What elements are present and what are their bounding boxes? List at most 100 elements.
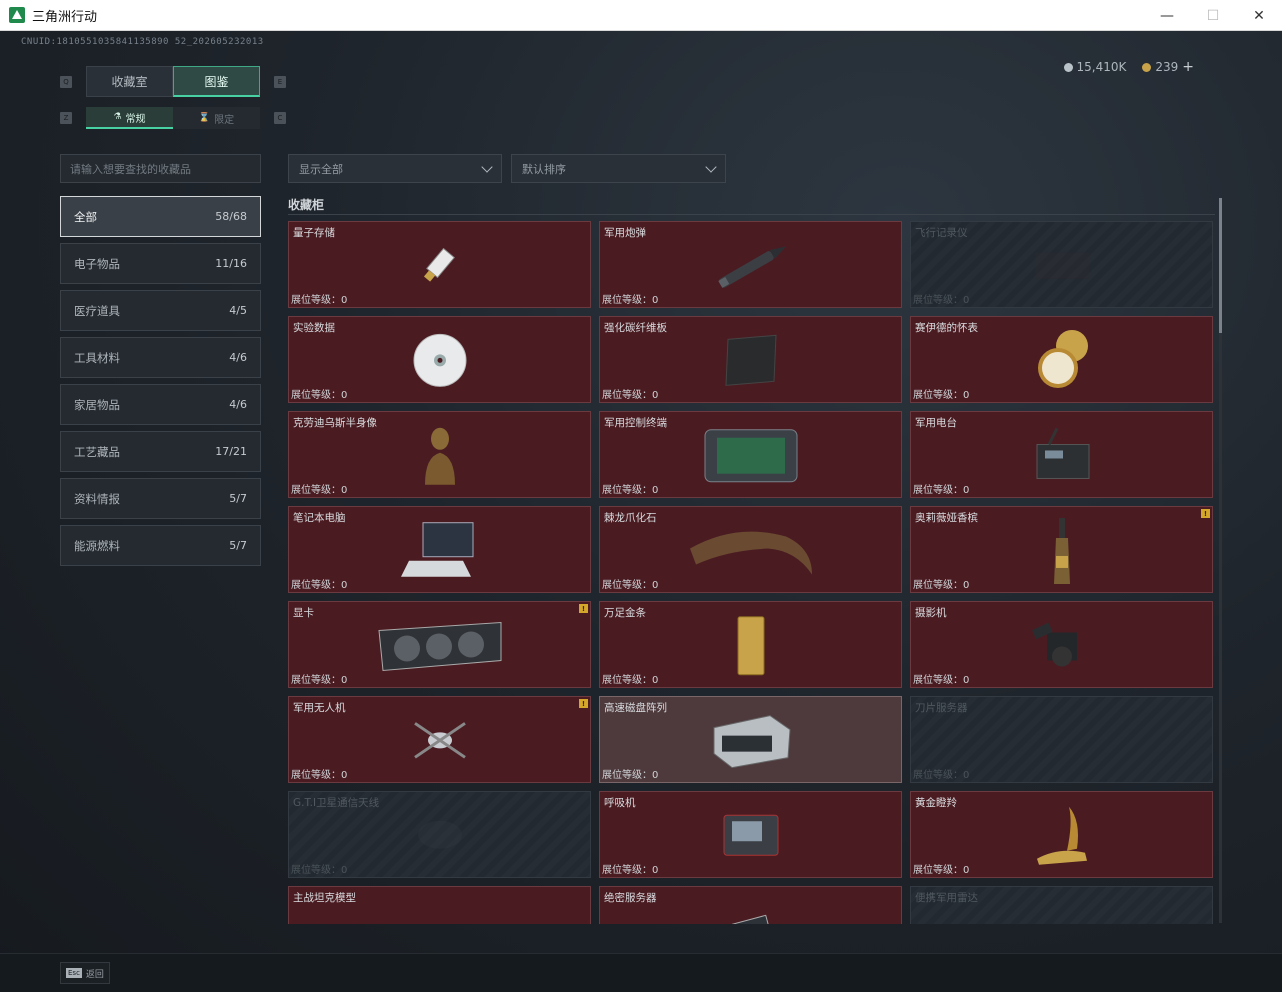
- back-button[interactable]: Esc 返回: [60, 962, 110, 984]
- collection-card[interactable]: 主战坦克模型展位等级：0: [288, 886, 591, 924]
- collection-card[interactable]: G.T.I卫星通信天线 展位等级：0: [288, 791, 591, 878]
- display-level: 展位等级：0: [913, 865, 970, 876]
- item-name: 军用无人机: [293, 702, 346, 714]
- item-name: 笔记本电脑: [293, 512, 346, 524]
- close-button[interactable]: ✕: [1236, 0, 1282, 31]
- tab-collection[interactable]: 收藏室: [86, 66, 173, 97]
- minimize-button[interactable]: —: [1144, 0, 1190, 31]
- subtab-limited-label: 限定: [214, 114, 235, 126]
- category-item[interactable]: 工艺藏品 17/21: [60, 431, 261, 472]
- category-item[interactable]: 能源燃料 5/7: [60, 525, 261, 566]
- main-tabbar: Q 收藏室 图鉴 E: [60, 66, 286, 97]
- category-item[interactable]: 电子物品 11/16: [60, 243, 261, 284]
- item-name: 军用电台: [915, 417, 957, 429]
- disk-array-icon: [708, 709, 794, 775]
- collection-card[interactable]: 笔记本电脑 展位等级：0: [288, 506, 591, 593]
- disc-icon: [412, 332, 468, 392]
- add-currency-button[interactable]: +: [1182, 59, 1194, 75]
- pocket-watch-icon: [1032, 325, 1092, 399]
- collection-card[interactable]: 棘龙爪化石 展位等级：0: [599, 506, 902, 593]
- category-item[interactable]: 家居物品 4/6: [60, 384, 261, 425]
- collection-card[interactable]: 便携军用雷达展位等级：0: [910, 886, 1213, 924]
- gpu-icon: [375, 616, 505, 678]
- collection-card[interactable]: 呼吸机 展位等级：0: [599, 791, 902, 878]
- display-level: 展位等级：0: [602, 675, 659, 686]
- item-name: 量子存储: [293, 227, 335, 239]
- display-level: 展位等级：0: [602, 295, 659, 306]
- show-filter-dropdown[interactable]: 显示全部: [288, 154, 502, 183]
- collection-card[interactable]: 黄金瞪羚 展位等级：0: [910, 791, 1213, 878]
- window-controls: — ☐ ✕: [1144, 0, 1282, 31]
- usb-drive-icon: [415, 240, 465, 294]
- collection-card[interactable]: 实验数据展位等级：0: [288, 316, 591, 403]
- collection-card[interactable]: 万足金条展位等级：0: [599, 601, 902, 688]
- scrollbar-thumb[interactable]: [1219, 198, 1222, 333]
- maximize-button[interactable]: ☐: [1190, 0, 1236, 31]
- section-title: 收藏柜: [288, 198, 325, 212]
- category-label: 工具材料: [74, 350, 120, 365]
- tank-model-icon: [415, 909, 465, 924]
- collection-card[interactable]: 高速磁盘阵列 展位等级：0: [599, 696, 902, 783]
- collection-card[interactable]: 摄影机 展位等级：0: [910, 601, 1213, 688]
- display-level: 展位等级：0: [291, 770, 348, 781]
- collection-card[interactable]: 奥莉薇娅香槟 展位等级：0!: [910, 506, 1213, 593]
- show-filter-value: 显示全部: [299, 162, 343, 176]
- category-item[interactable]: 医疗道具 4/5: [60, 290, 261, 331]
- collection-card[interactable]: 军用控制终端 展位等级：0: [599, 411, 902, 498]
- category-label: 资料情报: [74, 491, 120, 506]
- esc-key-hint: Esc: [66, 968, 82, 978]
- subtab-normal[interactable]: ⚗ 常规: [86, 107, 173, 129]
- drone-icon: [405, 713, 475, 771]
- item-name: 摄影机: [915, 607, 947, 619]
- display-level: 展位等级：0: [291, 390, 348, 401]
- section-divider: [288, 214, 1215, 215]
- blade-server-icon: [1032, 719, 1092, 763]
- collection-card[interactable]: 军用无人机 展位等级：0!: [288, 696, 591, 783]
- shell-icon: [703, 235, 799, 299]
- collection-card[interactable]: 强化碳纤维板 展位等级：0: [599, 316, 902, 403]
- item-name: 奥莉薇娅香槟: [915, 512, 978, 524]
- category-item[interactable]: 全部 58/68: [60, 196, 261, 237]
- collection-card[interactable]: 显卡 展位等级：0!: [288, 601, 591, 688]
- laptop-icon: [399, 518, 481, 586]
- chevron-down-icon: [481, 160, 493, 173]
- item-name: 强化碳纤维板: [604, 322, 667, 334]
- collection-card[interactable]: 量子存储 展位等级：0: [288, 221, 591, 308]
- item-name: 万足金条: [604, 607, 646, 619]
- item-name: G.T.I卫星通信天线: [293, 797, 380, 809]
- flight-recorder-icon: [1027, 244, 1097, 288]
- item-name: 呼吸机: [604, 797, 636, 809]
- subtab-limited[interactable]: ⌛ 限定: [173, 107, 260, 129]
- radio-icon: [1029, 426, 1095, 488]
- category-count: 4/5: [229, 304, 247, 317]
- category-count: 11/16: [215, 257, 247, 270]
- bust-icon: [419, 422, 461, 492]
- window-titlebar: 三角洲行动 — ☐ ✕: [0, 0, 1282, 31]
- collection-card[interactable]: 军用炮弹 展位等级：0: [599, 221, 902, 308]
- collection-card[interactable]: 赛伊德的怀表 展位等级：0: [910, 316, 1213, 403]
- collection-card[interactable]: 军用电台展位等级：0: [910, 411, 1213, 498]
- item-name: 刀片服务器: [915, 702, 968, 714]
- collection-card[interactable]: 绝密服务器展位等级：0: [599, 886, 902, 924]
- collection-card[interactable]: 刀片服务器 展位等级：0: [910, 696, 1213, 783]
- gold-amount: 239: [1155, 60, 1179, 74]
- ventilator-icon: [720, 809, 782, 865]
- category-count: 4/6: [229, 398, 247, 411]
- search-input[interactable]: 请输入想要查找的收藏品: [60, 154, 261, 183]
- silver-currency: 15,410K: [1063, 60, 1126, 74]
- item-name: 实验数据: [293, 322, 335, 334]
- display-level: 展位等级：0: [602, 390, 659, 401]
- display-level: 展位等级：0: [913, 485, 970, 496]
- category-item[interactable]: 资料情报 5/7: [60, 478, 261, 519]
- gold-coin-icon: [1142, 63, 1152, 72]
- category-label: 能源燃料: [74, 538, 120, 553]
- category-item[interactable]: 工具材料 4/6: [60, 337, 261, 378]
- category-label: 全部: [74, 209, 97, 224]
- gold-bar-icon: [735, 613, 767, 681]
- collection-card[interactable]: 飞行记录仪 展位等级：0: [910, 221, 1213, 308]
- tab-catalog[interactable]: 图鉴: [173, 66, 260, 97]
- sort-dropdown[interactable]: 默认排序: [511, 154, 726, 183]
- limited-icon: ⌛: [198, 113, 211, 123]
- category-count: 5/7: [229, 492, 247, 505]
- collection-card[interactable]: 克劳迪乌斯半身像 展位等级：0: [288, 411, 591, 498]
